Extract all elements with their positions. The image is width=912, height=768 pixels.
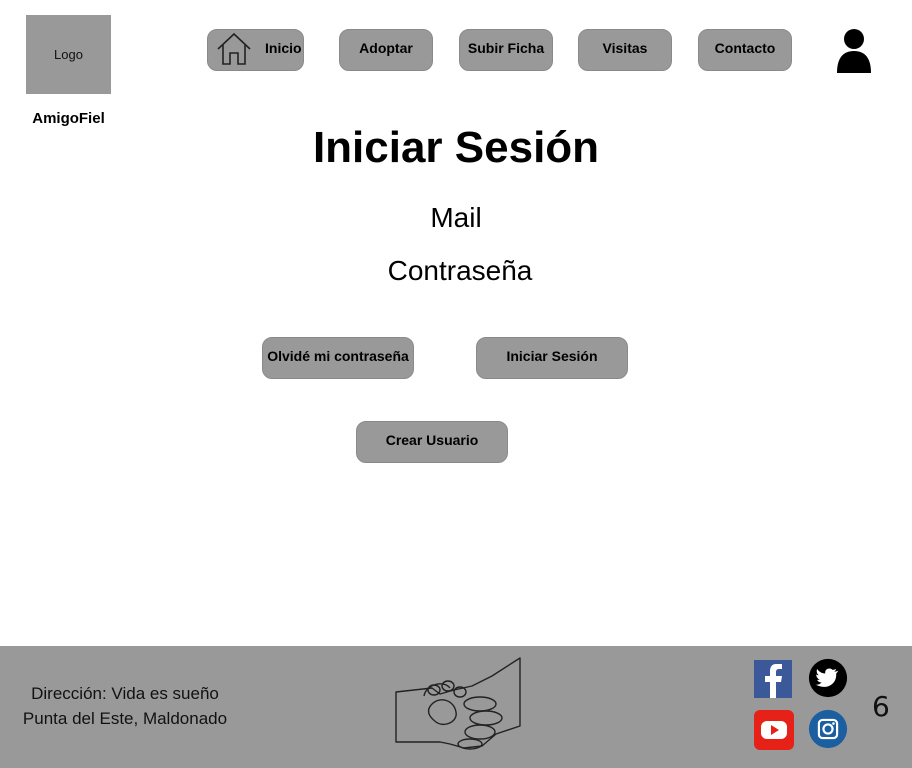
nav-inicio-button[interactable]: Inicio <box>207 29 304 71</box>
create-user-label: Crear Usuario <box>385 432 479 448</box>
nav-visitas-button[interactable]: Visitas <box>578 29 672 71</box>
mail-label: Mail <box>430 202 482 233</box>
nav-visitas-label: Visitas <box>602 40 648 56</box>
logo-placeholder[interactable]: Logo <box>26 15 111 94</box>
address-line-1: Dirección: Vida es sueño <box>31 684 219 703</box>
nav-contacto-button[interactable]: Contacto <box>698 29 792 71</box>
nav-subir-ficha-button[interactable]: Subir Ficha <box>459 29 553 71</box>
page-number: 6 <box>872 690 890 723</box>
facebook-icon[interactable] <box>754 660 794 700</box>
login-label: Iniciar Sesión <box>506 348 598 364</box>
page-title: Iniciar Sesión <box>312 123 600 172</box>
forgot-password-label: Olvidé mi contraseña <box>267 348 409 364</box>
logo-text: Logo <box>54 47 83 62</box>
password-label: Contraseña <box>387 255 533 286</box>
nav-adoptar-button[interactable]: Adoptar <box>339 29 433 71</box>
create-user-button[interactable]: Crear Usuario <box>356 421 508 463</box>
nav-subir-ficha-label: Subir Ficha <box>467 40 545 56</box>
user-icon[interactable] <box>835 28 873 74</box>
nav-contacto-label: Contacto <box>714 40 776 56</box>
home-icon <box>217 32 251 65</box>
instagram-icon[interactable] <box>808 709 848 749</box>
address: Dirección: Vida es sueño Punta del Este,… <box>10 681 240 731</box>
forgot-password-button[interactable]: Olvidé mi contraseña <box>262 337 414 379</box>
nav-inicio-label: Inicio <box>265 40 302 56</box>
footer: Dirección: Vida es sueño Punta del Este,… <box>0 646 912 768</box>
nav-adoptar-label: Adoptar <box>359 40 413 56</box>
youtube-icon[interactable] <box>754 710 794 750</box>
login-button[interactable]: Iniciar Sesión <box>476 337 628 379</box>
address-line-2: Punta del Este, Maldonado <box>22 709 228 728</box>
handshake-paw-icon <box>395 657 521 750</box>
twitter-icon[interactable] <box>808 658 848 698</box>
